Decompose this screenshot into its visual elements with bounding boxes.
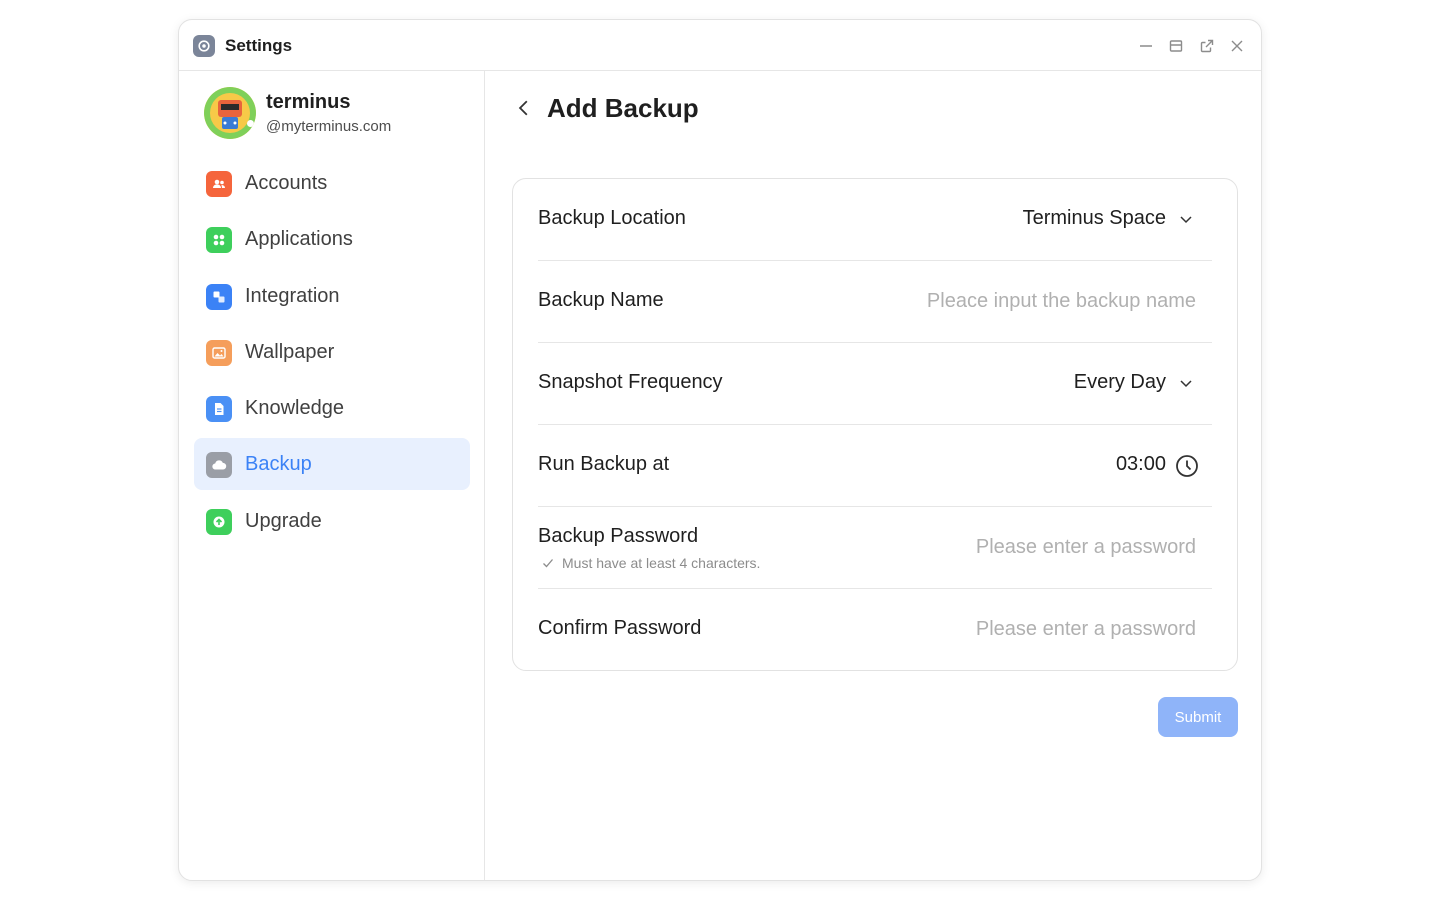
window-title: Settings	[225, 36, 293, 55]
settings-window: Settings terminus @myterminus.com Accoun…	[178, 19, 1262, 881]
confirm-password-row: Confirm Password	[538, 589, 1212, 671]
settings-app-icon	[193, 35, 215, 57]
run-backup-row[interactable]: Run Backup at 03:00	[538, 425, 1212, 507]
confirm-password-label: Confirm Password	[538, 617, 702, 639]
backup-name-label: Backup Name	[538, 289, 664, 311]
sidebar-item-label: Backup	[245, 453, 312, 476]
sidebar-item-accounts[interactable]: Accounts	[194, 157, 470, 209]
integration-icon	[206, 283, 232, 310]
avatar	[204, 87, 256, 139]
sidebar-item-label: Integration	[245, 284, 340, 307]
sidebar-item-applications[interactable]: Applications	[194, 213, 470, 265]
snapshot-frequency-value[interactable]: Every Day	[1074, 371, 1166, 394]
status-dot	[247, 120, 254, 127]
accounts-icon	[206, 171, 232, 197]
page-title: Add Backup	[547, 93, 699, 123]
sidebar-item-upgrade[interactable]: Upgrade	[194, 495, 470, 547]
backup-name-input[interactable]	[876, 283, 1196, 319]
backup-password-row: Backup Password Must have at least 4 cha…	[538, 507, 1212, 589]
sidebar-item-label: Wallpaper	[245, 340, 335, 363]
backup-password-label: Backup Password	[538, 525, 699, 547]
backup-location-row[interactable]: Backup Location Terminus Space	[538, 179, 1212, 261]
sidebar-item-label: Accounts	[245, 172, 328, 194]
chevron-down-icon[interactable]	[1176, 209, 1196, 229]
user-profile[interactable]: terminus @myterminus.com	[204, 87, 474, 139]
sidebar: terminus @myterminus.com Accounts Applic…	[179, 71, 485, 880]
snapshot-frequency-row[interactable]: Snapshot Frequency Every Day	[538, 343, 1212, 425]
sidebar-item-integration[interactable]: Integration	[194, 270, 470, 322]
sidebar-nav: Accounts Applications Integration Wallpa…	[194, 157, 470, 551]
backup-password-input[interactable]	[876, 529, 1196, 565]
sidebar-item-label: Applications	[245, 228, 353, 251]
minimize-icon[interactable]	[1136, 36, 1156, 56]
run-backup-time[interactable]: 03:00	[1116, 453, 1166, 476]
clock-icon[interactable]	[1174, 453, 1200, 479]
title-bar: Settings	[179, 20, 1261, 71]
sidebar-item-label: Upgrade	[245, 509, 322, 532]
profile-email: @myterminus.com	[266, 118, 392, 135]
password-hint-text: Must have at least 4 characters.	[562, 555, 761, 571]
upgrade-icon	[206, 508, 232, 535]
applications-icon	[206, 227, 232, 254]
profile-name: terminus	[266, 91, 351, 113]
sidebar-item-knowledge[interactable]: Knowledge	[194, 382, 470, 434]
sidebar-item-label: Knowledge	[245, 397, 344, 420]
popout-icon[interactable]	[1197, 36, 1217, 56]
backup-location-label: Backup Location	[538, 207, 686, 229]
snapshot-frequency-label: Snapshot Frequency	[538, 371, 723, 393]
back-icon[interactable]	[513, 97, 535, 119]
sidebar-item-wallpaper[interactable]: Wallpaper	[194, 326, 470, 378]
close-icon[interactable]	[1227, 36, 1247, 56]
maximize-icon[interactable]	[1166, 36, 1186, 56]
backup-form: Backup Location Terminus Space Backup Na…	[512, 178, 1238, 671]
sidebar-item-backup[interactable]: Backup	[194, 438, 470, 491]
backup-name-row: Backup Name	[538, 261, 1212, 343]
run-backup-label: Run Backup at	[538, 453, 670, 475]
main-content: Add Backup Backup Location Terminus Spac…	[485, 71, 1261, 880]
wallpaper-icon	[206, 339, 232, 366]
check-icon	[543, 559, 553, 568]
confirm-password-input[interactable]	[876, 611, 1196, 647]
submit-button[interactable]: Submit	[1158, 697, 1238, 737]
password-hint: Must have at least 4 characters.	[542, 555, 760, 571]
backup-location-value[interactable]: Terminus Space	[1023, 207, 1166, 230]
knowledge-icon	[206, 396, 232, 423]
backup-icon	[206, 452, 232, 479]
chevron-down-icon[interactable]	[1176, 373, 1196, 393]
